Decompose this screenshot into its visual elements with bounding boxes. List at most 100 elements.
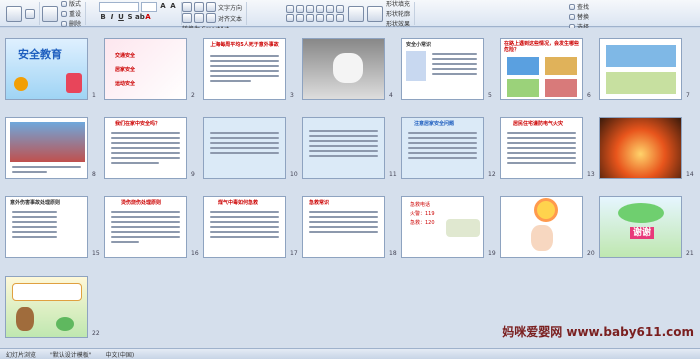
slide-thumbnail-11[interactable] — [302, 117, 385, 179]
new-slide-icon[interactable] — [42, 5, 58, 22]
status-language: 中文(中国) — [105, 351, 135, 359]
slide-thumbnail-12[interactable]: 注意居家安全问题 — [401, 117, 484, 179]
slide-number: 16 — [191, 250, 199, 257]
slide-16-title: 烫伤烧伤处理原则 — [121, 200, 162, 206]
replace-icon — [569, 13, 575, 20]
delete-button[interactable]: 删除 — [61, 19, 81, 28]
slide-thumbnail-17[interactable]: 煤气中毒如何急救 — [203, 196, 286, 258]
shape-banner-icon[interactable] — [326, 14, 334, 22]
street-scene-icon — [606, 45, 676, 67]
slide-thumbnail-8[interactable] — [5, 117, 88, 179]
reset-icon — [61, 10, 67, 17]
shape-callout-icon[interactable] — [286, 14, 294, 22]
numbering-icon[interactable] — [194, 2, 204, 12]
slide-thumbnail-14[interactable] — [599, 117, 682, 179]
drawing-group: 形状填充 形状轮廓 形状效果 — [282, 0, 416, 28]
slide-15-title: 意外伤害事故处理原则 — [10, 200, 61, 206]
slide-number: 7 — [686, 92, 690, 99]
shape-triangle-icon[interactable] — [326, 5, 334, 13]
slide-thumbnail-3[interactable]: 上海每周平均5人死于意外事故 — [203, 38, 286, 100]
cartoon-icon — [14, 77, 28, 91]
shape-rect-icon[interactable] — [286, 5, 294, 13]
slide-18-title: 急救常识 — [309, 200, 330, 206]
find-button[interactable]: 查找 — [569, 2, 589, 11]
arrange-icon[interactable] — [348, 5, 364, 22]
paragraph-group: 文字方向 对齐文本 转换为 SmartArt — [178, 2, 248, 33]
slide-sorter: 安全教育 1 交通安全 居家安全 运动安全 2 上海每周平均5人死于意外事故 3… — [0, 28, 700, 348]
layout-button[interactable]: 版式 — [61, 0, 81, 8]
paste-icon[interactable] — [6, 5, 22, 22]
replace-button[interactable]: 替换 — [569, 12, 589, 21]
bullets-icon[interactable] — [182, 2, 192, 12]
font-color-button[interactable]: A — [144, 13, 152, 22]
slide-thumbnail-10[interactable] — [203, 117, 286, 179]
font-name-select[interactable] — [99, 2, 139, 12]
slide-thumbnail-2[interactable]: 交通安全 居家安全 运动安全 — [104, 38, 187, 100]
slide-number: 11 — [389, 171, 397, 178]
slide-thumbnail-22[interactable] — [5, 276, 88, 338]
cut-icon[interactable] — [25, 8, 35, 19]
slide-thumbnail-19[interactable]: 急救电话 火警：119 急救：120 — [401, 196, 484, 258]
slide-thumbnail-20[interactable] — [500, 196, 583, 258]
shape-outline-label: 形状轮廓 — [386, 11, 411, 18]
align-left-icon[interactable] — [182, 13, 192, 23]
slide-thumbnail-18[interactable]: 急救常识 — [302, 196, 385, 258]
reset-button[interactable]: 重设 — [61, 9, 81, 18]
traffic-picture-icon — [507, 79, 539, 97]
photo-icon — [10, 122, 85, 162]
strike-button[interactable]: ab — [135, 13, 145, 22]
shapes-gallery[interactable] — [286, 5, 345, 22]
shape-line-icon[interactable] — [296, 5, 304, 13]
shape-effects-button[interactable]: 形状效果 — [386, 19, 410, 28]
indent-icon[interactable] — [206, 2, 216, 12]
replace-label: 替换 — [577, 14, 590, 21]
shape-star-icon[interactable] — [336, 5, 344, 13]
illustration-icon — [406, 51, 426, 81]
shrink-font-icon[interactable]: A — [169, 2, 177, 11]
quick-styles-icon[interactable] — [367, 5, 383, 22]
slide-thumbnail-4[interactable] — [302, 38, 385, 100]
clipboard-group — [2, 2, 40, 25]
font-size-select[interactable] — [141, 2, 157, 12]
slide-thumbnail-21[interactable]: 谢谢 — [599, 196, 682, 258]
align-text-label: 对齐文本 — [218, 15, 243, 23]
italic-button[interactable]: I — [108, 13, 116, 22]
align-center-icon[interactable] — [194, 13, 204, 23]
slide-thumbnail-13[interactable]: 居民住宅谨防电气火灾 — [500, 117, 583, 179]
align-right-icon[interactable] — [206, 13, 216, 23]
shape-fill-label: 形状填充 — [386, 1, 411, 8]
shape-fill-button[interactable]: 形状填充 — [386, 0, 410, 8]
shape-flow-icon[interactable] — [316, 14, 324, 22]
underline-button[interactable]: U — [117, 13, 125, 22]
shape-outline-button[interactable]: 形状轮廓 — [386, 9, 410, 18]
slide-number: 3 — [290, 92, 294, 99]
slide-thumbnail-6[interactable]: 在路上遇到这些情况，会发生哪些危险？ — [500, 38, 583, 100]
text-direction-button[interactable]: 文字方向 — [218, 2, 242, 12]
slide-thumbnail-1[interactable]: 安全教育 — [5, 38, 88, 100]
slide-number: 22 — [92, 330, 100, 337]
slide-9-title: 我们在家中安全吗？ — [115, 121, 161, 127]
editing-group: 查找 替换 选择 — [565, 2, 593, 31]
slide-number: 10 — [290, 171, 298, 178]
slide-17-title: 煤气中毒如何急救 — [218, 200, 259, 206]
slide-3-title: 上海每周平均5人死于意外事故 — [210, 42, 279, 48]
slide-thumbnail-5[interactable]: 安全小常识 — [401, 38, 484, 100]
shape-more-icon[interactable] — [306, 14, 314, 22]
shape-oval-icon[interactable] — [316, 5, 324, 13]
traffic-picture-icon — [545, 57, 577, 75]
slide-number: 17 — [290, 250, 298, 257]
slide-thumbnail-15[interactable]: 意外伤害事故处理原则 — [5, 196, 88, 258]
slide-12-title: 注意居家安全问题 — [414, 121, 455, 127]
grow-font-icon[interactable]: A — [159, 2, 167, 11]
shape-brace-icon[interactable] — [296, 14, 304, 22]
slide-thumbnail-9[interactable]: 我们在家中安全吗？ — [104, 117, 187, 179]
delete-icon — [61, 20, 67, 27]
slide-thumbnail-16[interactable]: 烫伤烧伤处理原则 — [104, 196, 187, 258]
bold-button[interactable]: B — [99, 13, 107, 22]
slide-number: 13 — [587, 171, 595, 178]
align-text-button[interactable]: 对齐文本 — [218, 13, 242, 23]
slide-thumbnail-7[interactable] — [599, 38, 682, 100]
shape-action-icon[interactable] — [336, 14, 344, 22]
shadow-button[interactable]: S — [126, 13, 134, 22]
shape-arrow-icon[interactable] — [306, 5, 314, 13]
